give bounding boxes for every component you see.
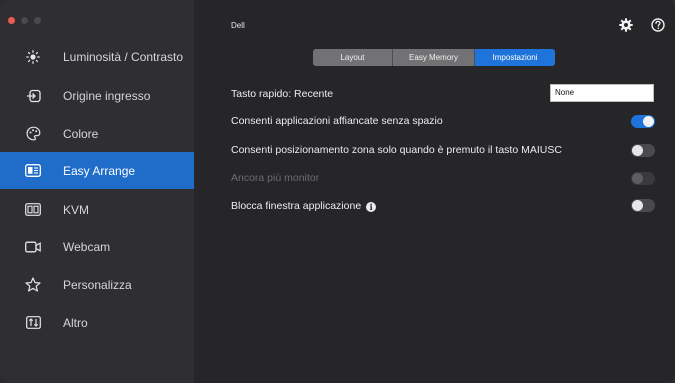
sidebar-item-input-source[interactable]: Origine ingresso [8, 77, 194, 114]
easy-arrange-icon [23, 161, 43, 181]
star-icon [23, 275, 43, 295]
minimize-window-button[interactable] [21, 17, 28, 24]
toggle-knob [632, 173, 643, 184]
brightness-icon [23, 47, 43, 67]
zoom-window-button[interactable] [34, 17, 41, 24]
sidebar-item-color[interactable]: Colore [8, 115, 194, 152]
hotkey-input[interactable]: None [550, 84, 654, 102]
sidebar-item-label: Origine ingresso [63, 88, 151, 103]
help-icon [651, 18, 665, 32]
toggle-anchor-monitors [631, 172, 655, 185]
sidebar-item-label: Colore [63, 126, 99, 141]
tab-bar: Layout Easy Memory Impostazioni [313, 49, 555, 66]
webcam-icon [23, 237, 43, 257]
help-button[interactable] [651, 18, 665, 37]
setting-label-tile-without-gap: Consenti applicazioni affiancate senza s… [231, 115, 443, 127]
toggle-knob [632, 200, 643, 211]
sidebar-item-other[interactable]: Altro [8, 304, 194, 341]
sidebar-item-webcam[interactable]: Webcam [8, 228, 194, 265]
toggle-knob [643, 116, 654, 127]
tab-easy-memory[interactable]: Easy Memory [393, 49, 475, 66]
toggle-tile-without-gap[interactable] [631, 115, 655, 128]
sidebar-item-personalize[interactable]: Personalizza [8, 266, 194, 303]
sidebar-item-label: Easy Arrange [63, 163, 136, 178]
toggle-shift-zone[interactable] [631, 144, 655, 157]
hotkey-label: Tasto rapido: Recente [231, 88, 334, 100]
other-icon [23, 313, 43, 333]
color-palette-icon [23, 124, 43, 144]
setting-label-anchor-monitors: Ancora più monitor [231, 172, 320, 184]
app-title: Dell [231, 21, 245, 30]
app-window: Luminosità / Contrasto Origine ingresso … [0, 0, 675, 383]
setting-label-lock-app-window-text: Blocca finestra applicazione [231, 200, 362, 212]
info-icon[interactable]: i [366, 202, 377, 212]
close-window-button[interactable] [8, 17, 15, 24]
sidebar-item-easy-arrange[interactable]: Easy Arrange [0, 152, 194, 189]
input-source-icon [23, 86, 43, 106]
kvm-icon [23, 200, 43, 220]
setting-label-shift-zone: Consenti posizionamento zona solo quando… [231, 144, 562, 156]
sidebar-item-kvm[interactable]: KVM [8, 191, 194, 228]
settings-gear-button[interactable] [619, 18, 633, 37]
setting-label-lock-app-window: Blocca finestra applicazione i [231, 200, 377, 212]
sidebar-item-label: Personalizza [63, 277, 132, 292]
gear-icon [619, 18, 633, 32]
sidebar-item-label: KVM [63, 202, 90, 217]
toggle-knob [632, 145, 643, 156]
sidebar-item-label: Luminosità / Contrasto [63, 49, 184, 64]
sidebar-item-label: Webcam [63, 239, 111, 254]
tab-settings[interactable]: Impostazioni [475, 49, 555, 66]
toggle-lock-app-window[interactable] [631, 199, 655, 212]
sidebar-item-brightness-contrast[interactable]: Luminosità / Contrasto [8, 38, 194, 75]
tab-layout[interactable]: Layout [313, 49, 393, 66]
sidebar-item-label: Altro [63, 315, 88, 330]
sidebar: Luminosità / Contrasto Origine ingresso … [0, 0, 194, 383]
